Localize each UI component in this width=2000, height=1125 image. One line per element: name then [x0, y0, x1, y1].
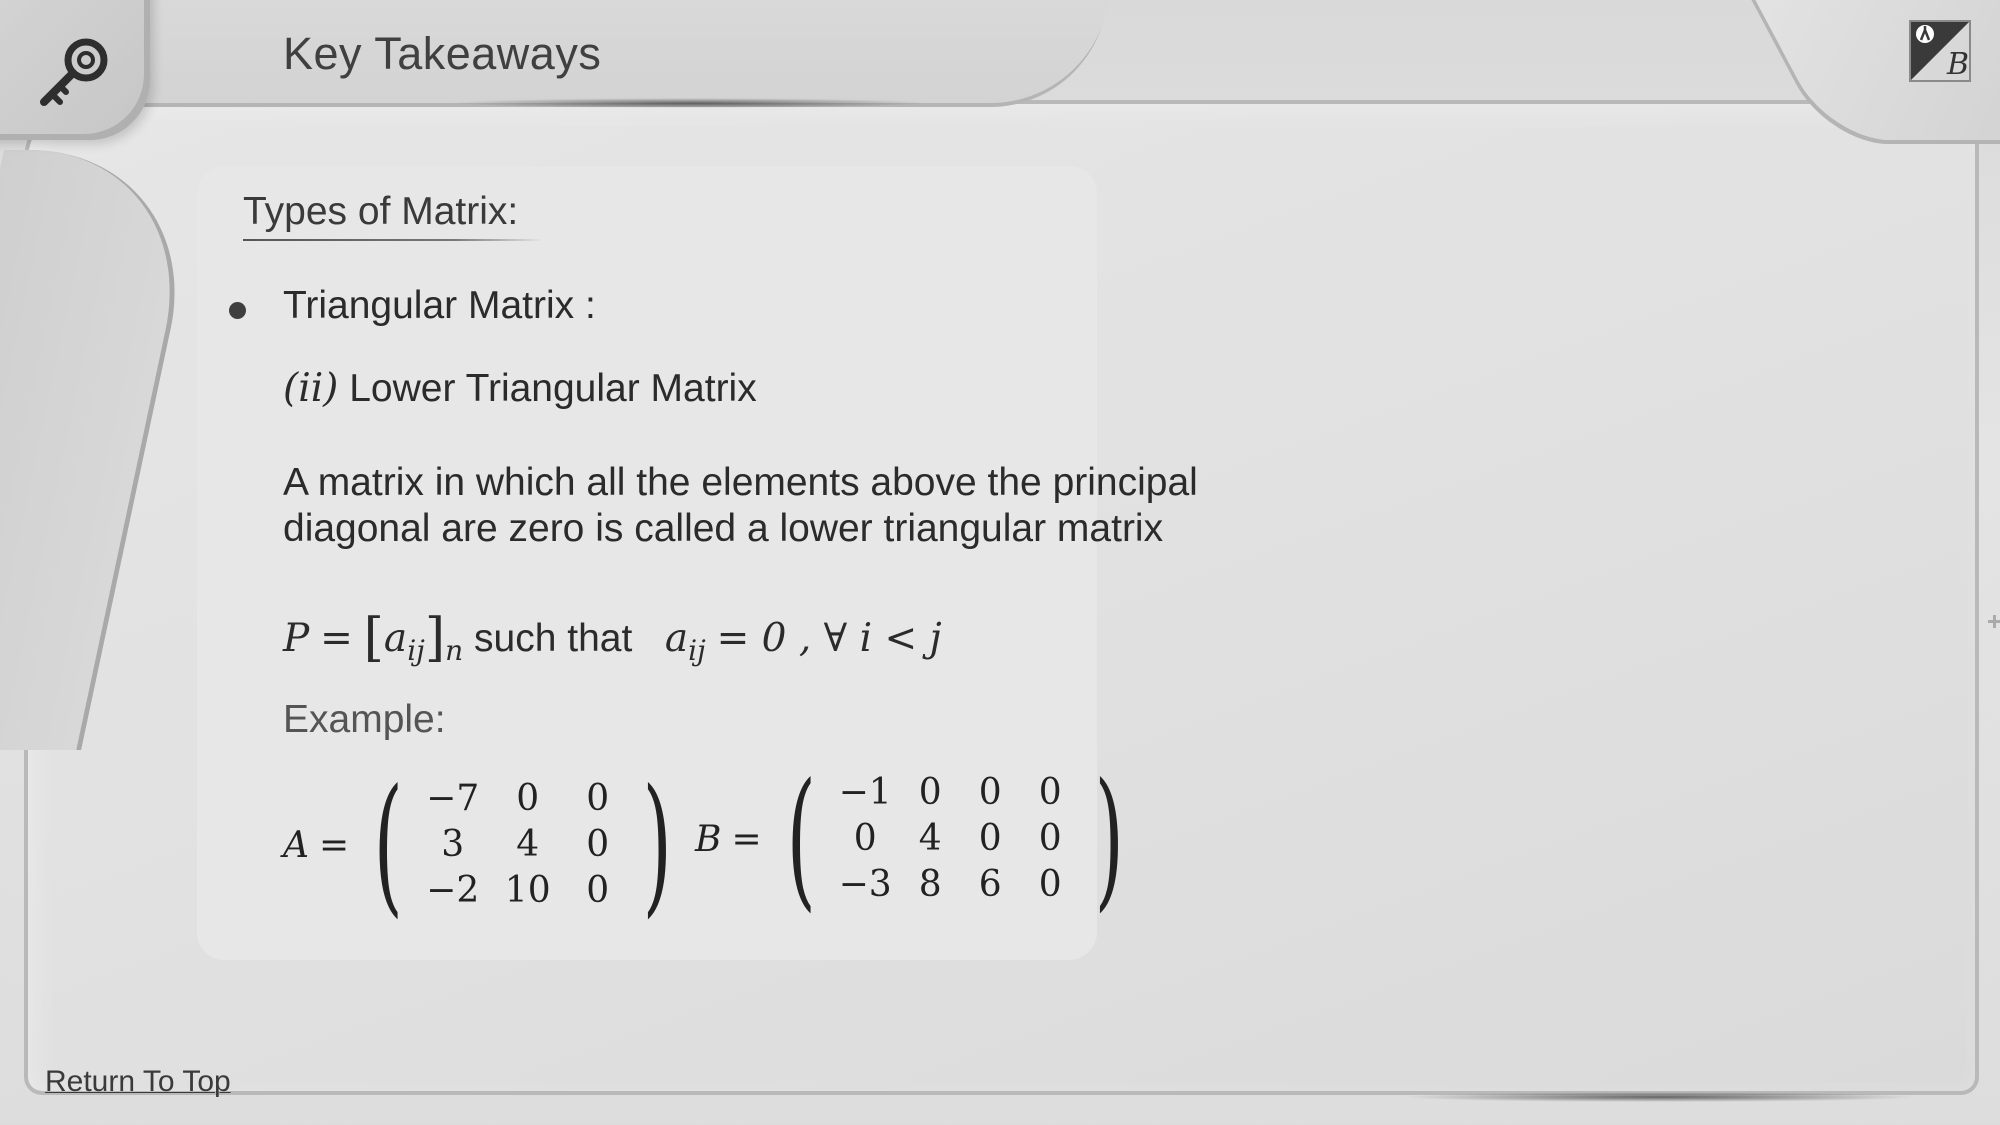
- title-shadow: [450, 98, 930, 108]
- matrix-cell: 3: [441, 824, 465, 865]
- matrix-cell: 0: [853, 818, 877, 859]
- section-underline: [243, 239, 543, 241]
- formula-order-sub: n: [445, 633, 464, 667]
- matrix-cell: 0: [586, 870, 610, 911]
- matrix-cell: 0: [978, 772, 1002, 813]
- formula-element-sub: ij: [407, 633, 425, 667]
- condition-element: a: [664, 616, 689, 661]
- condition-rest: = 0 , ∀ i < j: [716, 616, 942, 661]
- matrix-a-name: A: [283, 824, 309, 866]
- definition-line: diagonal are zero is called a lower tria…: [283, 507, 1164, 550]
- svg-text:B: B: [1946, 47, 1969, 82]
- frame-shadow: [1400, 1092, 1920, 1102]
- matrix-cell: 10: [504, 870, 551, 911]
- subheading-number: (ii): [283, 366, 339, 411]
- matrix-b-grid: −1 0 0 0 0 4 0 0 −3 8 6 0: [830, 773, 1080, 905]
- matrix-b-paren-close: ): [1094, 752, 1125, 926]
- formula-equals: =: [320, 616, 353, 661]
- matrix-a-equals: =: [319, 824, 350, 866]
- matrix-b-name: B: [695, 818, 722, 860]
- subheading-text: Lower Triangular Matrix: [349, 367, 757, 410]
- matrix-cell: −3: [838, 864, 892, 905]
- matrix-cell: −1: [838, 772, 892, 813]
- formula-element: a: [383, 616, 408, 661]
- matrix-cell: 8: [918, 864, 942, 905]
- matrix-cell: −7: [426, 778, 480, 819]
- matrix-cell: 0: [516, 778, 540, 819]
- bookmark-b-icon[interactable]: B: [1905, 16, 1975, 86]
- matrix-cell: 4: [918, 818, 942, 859]
- formula-connector: such that: [474, 617, 633, 660]
- definition-text: A matrix in which all the elements above…: [283, 460, 1198, 552]
- bullet-label: Triangular Matrix :: [283, 284, 596, 327]
- page-title: Key Takeaways: [283, 28, 602, 79]
- matrix-a-grid: −7 0 0 3 4 0 −2 10 0: [418, 779, 628, 911]
- definition-line: A matrix in which all the elements above…: [283, 461, 1198, 504]
- matrix-b: B = ( −1 0 0 0 0 4 0 0 −3 8 6 0 ): [695, 764, 1139, 914]
- return-to-top-link[interactable]: Return To Top: [45, 1065, 231, 1099]
- example-label: Example:: [283, 698, 446, 741]
- matrix-cell: 0: [1038, 772, 1062, 813]
- section-title: Types of Matrix:: [243, 190, 519, 233]
- formula-bracket-close: ]: [424, 608, 446, 668]
- matrix-a: A = ( −7 0 0 3 4 0 −2 10 0 ): [283, 770, 686, 920]
- bullet-dot: [229, 302, 246, 319]
- matrix-b-paren-open: (: [786, 752, 816, 926]
- subheading: (ii) Lower Triangular Matrix: [283, 366, 757, 411]
- matrix-b-equals: =: [731, 818, 762, 860]
- matrix-cell: 6: [978, 864, 1002, 905]
- matrix-cell: 0: [918, 772, 942, 813]
- title-tab: [110, 0, 1110, 103]
- matrix-cell: 0: [978, 818, 1002, 859]
- edge-marker: [1993, 615, 1996, 628]
- matrix-cell: −2: [426, 870, 480, 911]
- matrix-cell: 0: [1038, 818, 1062, 859]
- matrix-cell: 0: [586, 824, 610, 865]
- definition-formula: P = [aij]n such that aij = 0 , ∀ i < j: [283, 608, 942, 668]
- matrix-cell: 0: [1038, 864, 1062, 905]
- matrix-cell: 0: [586, 778, 610, 819]
- matrix-cell: 4: [516, 824, 540, 865]
- matrix-a-paren-close: ): [642, 758, 672, 932]
- condition-element-sub: ij: [688, 633, 706, 667]
- key-icon: [40, 38, 108, 106]
- matrix-a-paren-open: (: [373, 758, 404, 932]
- formula-lhs: P: [283, 616, 310, 661]
- formula-bracket-open: [: [363, 608, 384, 668]
